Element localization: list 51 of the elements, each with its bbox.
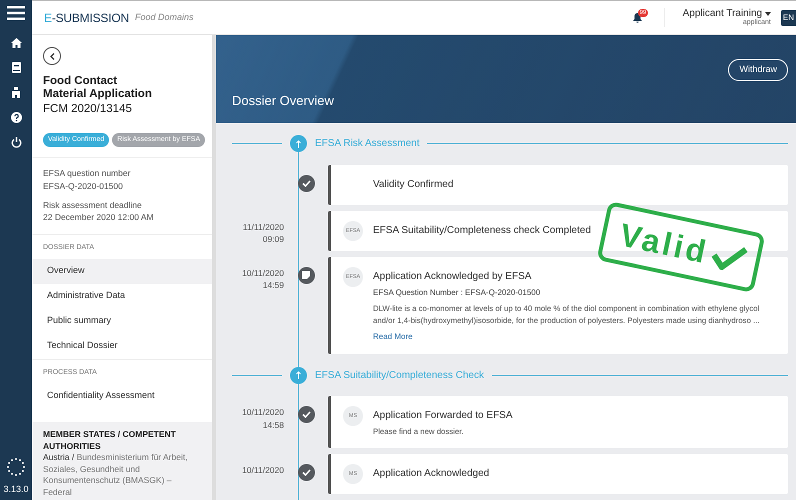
event-title: Application Forwarded to EFSA: [373, 409, 513, 424]
info-value: 22 December 2020 12:00 AM: [43, 211, 155, 224]
dossier-code: FCM 2020/13145: [43, 102, 133, 118]
nav-item[interactable]: Public summary: [32, 308, 212, 334]
section-title: EFSA Risk Assessment: [315, 137, 420, 152]
nav-item[interactable]: Technical Dossier: [32, 334, 212, 359]
version-text: 3.13.0: [3, 482, 29, 496]
power-icon[interactable]: [10, 137, 22, 148]
check-icon: [298, 464, 314, 481]
info-label: EFSA question number: [43, 167, 132, 180]
app-subtitle: Food Domains: [134, 10, 194, 24]
event-title: EFSA Suitability/Completeness check Completed: [373, 224, 591, 238]
check-icon: [298, 406, 314, 424]
user-menu[interactable]: Applicant Training: [682, 8, 771, 20]
back-button[interactable]: [43, 47, 61, 65]
event-subtitle: EFSA Question Number : EFSA-Q-2020-01500: [373, 286, 542, 299]
arrow-up-icon: [290, 135, 307, 152]
event-date: 10/11/2020: [241, 464, 284, 476]
menu-icon[interactable]: [7, 6, 25, 20]
event-date: 10/11/2020: [241, 406, 284, 419]
event-title: Application Acknowledged by EFSA: [373, 270, 532, 284]
building-icon[interactable]: [11, 87, 21, 98]
book-icon[interactable]: [12, 62, 20, 73]
event-time: 14:58: [262, 418, 284, 431]
page-title: Dossier Overview: [232, 92, 335, 110]
section-title: EFSA Suitability/Completeness Check: [315, 368, 484, 383]
check-icon: [298, 174, 314, 192]
nav-item[interactable]: Overview: [32, 258, 212, 284]
authority-text: Austria / Bundesministerium für Arbeit, Soziales, Gesundheit und Konsumentenschutz (BMASGK) – Federal: [43, 452, 189, 498]
language-button[interactable]: EN: [780, 10, 796, 26]
nav-item[interactable]: Confidentiality Assessment: [32, 383, 212, 408]
arrow-up-icon: [290, 366, 307, 384]
event-title: Application Acknowledged: [373, 467, 490, 481]
event-time: 14:59: [262, 279, 284, 292]
read-more-link[interactable]: Read More: [373, 331, 413, 344]
event-date: 10/11/2020: [241, 266, 284, 280]
nav-item[interactable]: Administrative Data: [32, 284, 212, 309]
withdraw-button[interactable]: Withdraw: [728, 59, 788, 80]
help-icon[interactable]: [10, 112, 22, 123]
chevron-left-icon: [50, 52, 54, 60]
event-date: 11/11/2020: [242, 220, 284, 234]
info-value: EFSA-Q-2020-01500: [43, 180, 124, 193]
panel-heading: MEMBER STATES / COMPETENT AUTHORITIES: [43, 429, 177, 452]
dossier-title: Food Contact Material Application: [43, 75, 153, 102]
app-logo: E-SUBMISSION: [44, 10, 129, 26]
note-icon: [298, 266, 314, 284]
stars-circle-icon: [6, 456, 26, 476]
home-icon[interactable]: [10, 38, 22, 48]
info-label: Risk assessment deadline: [43, 198, 143, 212]
event-title: Validity Confirmed: [373, 178, 454, 192]
event-time: 09:09: [262, 233, 284, 246]
